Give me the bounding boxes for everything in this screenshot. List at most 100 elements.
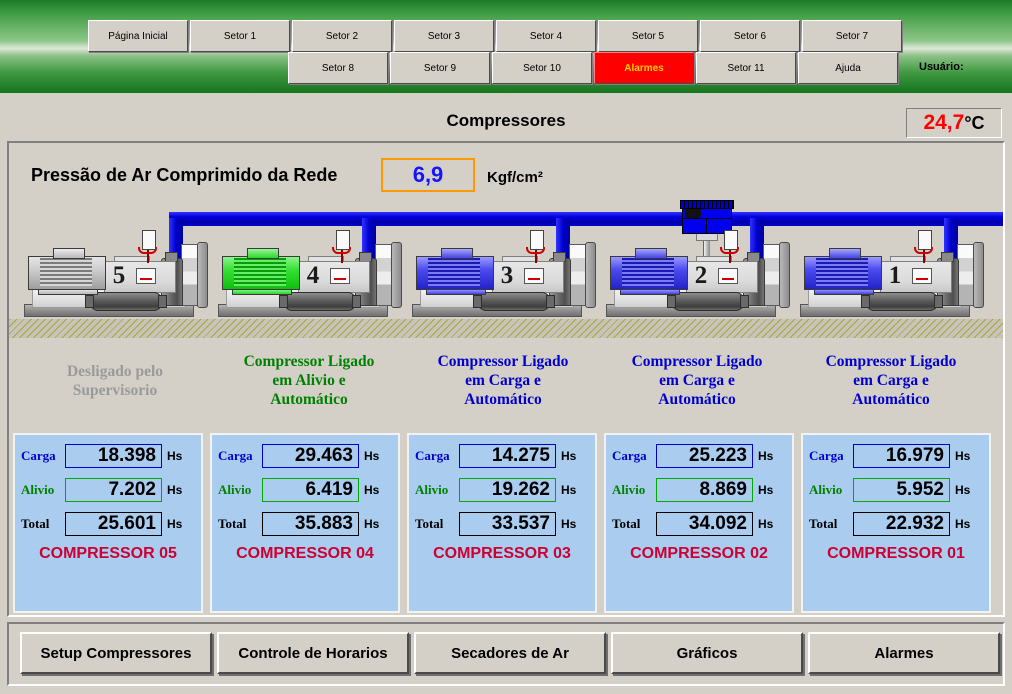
alivio-row-2: Alivio8.869Hs [612, 477, 792, 503]
carga-label-4: Carga [218, 448, 262, 464]
receiver-end-left-2 [667, 295, 676, 308]
control-panel-icon-5[interactable] [136, 268, 156, 284]
total-label-4: Total [218, 516, 262, 532]
status-line: em Carga e [406, 371, 600, 390]
compressor-unit-2[interactable]: 2 [600, 234, 780, 320]
nav-tab-setor-10[interactable]: Setor 10 [492, 52, 592, 84]
hourmeter-panel-4: Carga29.463HsAlivio6.419HsTotal35.883HsC… [210, 433, 400, 613]
status-line: Automático [600, 390, 794, 409]
footer-button-setup-compressores[interactable]: Setup Compressores [20, 632, 212, 674]
control-panel-icon-3[interactable] [524, 268, 544, 284]
air-receiver-5 [90, 292, 162, 311]
compressor-number-4: 4 [300, 260, 326, 292]
top-navigation-bar: Página InicialSetor 1Setor 2Setor 3Setor… [0, 0, 1012, 93]
total-unit-1: Hs [955, 517, 970, 531]
carga-row-2: Carga25.223Hs [612, 443, 792, 469]
total-row-2: Total34.092Hs [612, 511, 792, 537]
nav-tab-setor-4[interactable]: Setor 4 [496, 20, 596, 52]
nav-tab-setor-9[interactable]: Setor 9 [390, 52, 490, 84]
carga-value-4: 29.463 [262, 444, 359, 468]
nav-tab-setor-3[interactable]: Setor 3 [394, 20, 494, 52]
footer-button-controle-de-horarios[interactable]: Controle de Horarios [217, 632, 409, 674]
carga-unit-2: Hs [758, 449, 773, 463]
total-row-5: Total25.601Hs [21, 511, 201, 537]
compressor-name-2: COMPRESSOR 02 [606, 545, 792, 563]
alivio-row-1: Alivio5.952Hs [809, 477, 989, 503]
compressor-status-row: Desligado peloSupervisorioCompressor Lig… [9, 352, 1003, 432]
compressor-unit-4[interactable]: 4 [212, 234, 392, 320]
total-label-5: Total [21, 516, 65, 532]
compressor-unit-1[interactable]: 1 [794, 234, 974, 320]
cooler-flange-2 [779, 242, 790, 308]
hmi-screen: Página InicialSetor 1Setor 2Setor 3Setor… [0, 0, 1012, 694]
alivio-row-5: Alivio7.202Hs [21, 477, 201, 503]
network-pressure-label: Pressão de Ar Comprimido da Rede [31, 165, 337, 186]
nav-tab-setor-7[interactable]: Setor 7 [802, 20, 902, 52]
pressure-gauge-icon-1 [918, 230, 932, 250]
footer-button-secadores-de-ar[interactable]: Secadores de Ar [414, 632, 606, 674]
alivio-value-3: 19.262 [459, 478, 556, 502]
air-receiver-4 [284, 292, 356, 311]
status-line: Compressor Ligado [600, 352, 794, 371]
footer-button-alarmes[interactable]: Alarmes [808, 632, 1000, 674]
alivio-value-5: 7.202 [65, 478, 162, 502]
status-line: Compressor Ligado [794, 352, 988, 371]
carga-unit-4: Hs [364, 449, 379, 463]
air-receiver-2 [672, 292, 744, 311]
alivio-label-4: Alivio [218, 482, 262, 498]
alivio-label-3: Alivio [415, 482, 459, 498]
total-unit-4: Hs [364, 517, 379, 531]
alivio-row-4: Alivio6.419 Hs [218, 477, 398, 503]
carga-value-3: 14.275 [459, 444, 556, 468]
receiver-end-right-2 [740, 295, 749, 308]
footer-button-gr-ficos[interactable]: Gráficos [611, 632, 803, 674]
nav-tab-setor-6[interactable]: Setor 6 [700, 20, 800, 52]
footer-button-bar: Setup CompressoresControle de HorariosSe… [7, 622, 1005, 686]
status-line: em Carga e [794, 371, 988, 390]
total-label-3: Total [415, 516, 459, 532]
nav-tab-ajuda[interactable]: Ajuda [798, 52, 898, 84]
nav-tab-setor-8[interactable]: Setor 8 [288, 52, 388, 84]
carga-row-1: Carga16.979Hs [809, 443, 989, 469]
air-receiver-1 [866, 292, 938, 311]
control-panel-icon-1[interactable] [912, 268, 932, 284]
nav-tab-setor-2[interactable]: Setor 2 [292, 20, 392, 52]
status-line: em Alivio e [212, 371, 406, 390]
nav-tab-setor-1[interactable]: Setor 1 [190, 20, 290, 52]
status-line: Compressor Ligado [212, 352, 406, 371]
user-label: Usuário: [919, 61, 964, 73]
nav-tab-alarmes[interactable]: Alarmes [594, 52, 694, 84]
network-pressure-value: 6,9 [413, 162, 444, 188]
status-line: Automático [212, 390, 406, 409]
total-value-2: 34.092 [656, 512, 753, 536]
compressor-status-1: Compressor Ligadoem Carga eAutomático [794, 352, 988, 409]
carga-label-2: Carga [612, 448, 656, 464]
pressure-gauge-icon-2 [724, 230, 738, 250]
motor-terminal-box-1 [829, 248, 861, 259]
control-panel-icon-4[interactable] [330, 268, 350, 284]
motor-fins-4 [234, 258, 286, 286]
motor-fins-3 [428, 258, 480, 286]
nav-tab-setor-11[interactable]: Setor 11 [696, 52, 796, 84]
motor-fins-2 [622, 258, 674, 286]
motor-terminal-box-3 [441, 248, 473, 259]
nav-row-primary: Página InicialSetor 1Setor 2Setor 3Setor… [88, 20, 904, 52]
nav-tab-setor-5[interactable]: Setor 5 [598, 20, 698, 52]
carga-unit-1: Hs [955, 449, 970, 463]
pressure-gauge-icon-5 [142, 230, 156, 250]
compressor-status-4: Compressor Ligadoem Alivio eAutomático [212, 352, 406, 409]
compressor-unit-3[interactable]: 3 [406, 234, 586, 320]
alivio-value-4: 6.419 [262, 478, 359, 502]
compressor-status-5: Desligado peloSupervisorio [18, 362, 212, 400]
nav-row-secondary: Setor 8Setor 9Setor 10AlarmesSetor 11Aju… [288, 52, 900, 84]
status-line: Desligado pelo [18, 362, 212, 381]
compressor-unit-5[interactable]: 5 [18, 234, 198, 320]
motor-fins-5 [40, 258, 92, 286]
carga-label-1: Carga [809, 448, 853, 464]
total-unit-2: Hs [758, 517, 773, 531]
nav-tab-p-gina-inicial[interactable]: Página Inicial [88, 20, 188, 52]
alivio-unit-4: Hs [364, 483, 379, 497]
control-panel-icon-2[interactable] [718, 268, 738, 284]
alivio-unit-5: Hs [167, 483, 182, 497]
total-value-1: 22.932 [853, 512, 950, 536]
